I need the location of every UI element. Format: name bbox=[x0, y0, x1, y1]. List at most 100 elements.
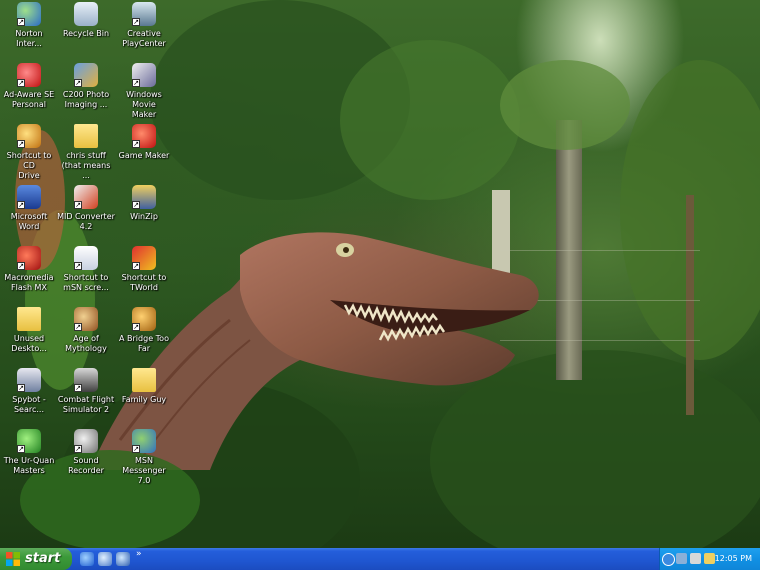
start-button[interactable]: start bbox=[0, 548, 72, 570]
age-of-mythology-icon: ↗ bbox=[74, 307, 98, 331]
game-maker-icon: ↗ bbox=[132, 124, 156, 148]
shortcut-arrow-icon: ↗ bbox=[74, 323, 82, 331]
shortcut-arrow-icon: ↗ bbox=[132, 323, 140, 331]
desktop-icon[interactable]: Recycle Bin bbox=[57, 2, 115, 39]
desktop-icon-label: Spybot - Searc... bbox=[12, 395, 46, 414]
media-player-icon: ↗ bbox=[132, 2, 156, 26]
desktop-icon[interactable]: ↗ Microsoft Word bbox=[0, 185, 58, 232]
folder-icon bbox=[17, 307, 41, 331]
desktop-icon-label: Norton Inter... bbox=[15, 29, 43, 48]
desktop-icon[interactable]: ↗ Creative PlayCenter bbox=[115, 2, 173, 49]
desktop-icon[interactable]: ↗ MID Converter 4.2 bbox=[57, 185, 115, 232]
tworld-icon: ↗ bbox=[132, 246, 156, 270]
shortcut-arrow-icon: ↗ bbox=[74, 201, 82, 209]
desktop-icon-label: Age of Mythology bbox=[65, 334, 107, 353]
desktop-icon-label: Microsoft Word bbox=[10, 212, 48, 231]
document-shortcut-icon: ↗ bbox=[74, 246, 98, 270]
shortcut-arrow-icon: ↗ bbox=[74, 445, 82, 453]
shortcut-arrow-icon: ↗ bbox=[17, 18, 25, 26]
network-tray-icon[interactable] bbox=[676, 553, 687, 564]
desktop-icon[interactable]: ↗ Ad-Aware SE Personal bbox=[0, 63, 58, 110]
shortcut-arrow-icon: ↗ bbox=[132, 79, 140, 87]
desktop-icon[interactable]: ↗ Shortcut to TWorld bbox=[115, 246, 173, 293]
desktop-icon[interactable]: Family Guy bbox=[115, 368, 173, 405]
shortcut-arrow-icon: ↗ bbox=[132, 201, 140, 209]
system-tray: 12:05 PM bbox=[659, 548, 760, 570]
desktop-icon[interactable]: ↗ Sound Recorder bbox=[57, 429, 115, 476]
desktop-icon-label: The Ur-Quan Masters bbox=[3, 456, 55, 475]
desktop-icon[interactable]: Unused Deskto... bbox=[0, 307, 58, 354]
desktop-icon-label: A Bridge Too Far bbox=[119, 334, 169, 353]
shortcut-arrow-icon: ↗ bbox=[132, 18, 140, 26]
desktop-icon[interactable]: ↗ Macromedia Flash MX bbox=[0, 246, 58, 293]
taskbar: start » 12:05 PM bbox=[0, 548, 760, 570]
desktop-icon-label: Shortcut to TWorld bbox=[121, 273, 167, 292]
desktop-icon[interactable]: ↗ A Bridge Too Far bbox=[115, 307, 173, 354]
shortcut-arrow-icon: ↗ bbox=[74, 79, 82, 87]
volume-tray-icon[interactable] bbox=[690, 553, 701, 564]
folder-icon bbox=[132, 368, 156, 392]
recycle-bin-icon bbox=[74, 2, 98, 26]
desktop-icon[interactable]: ↗ Shortcut to mSN scre... bbox=[57, 246, 115, 293]
shortcut-arrow-icon: ↗ bbox=[132, 262, 140, 270]
desktop-icon[interactable]: ↗ C200 Photo Imaging ... bbox=[57, 63, 115, 110]
desktop-icon-label: Ad-Aware SE Personal bbox=[3, 90, 55, 109]
desktop-icon[interactable]: ↗ Age of Mythology bbox=[57, 307, 115, 354]
tray-expand-icon[interactable] bbox=[662, 553, 675, 566]
desktop-icon-label: WinZip bbox=[130, 212, 158, 221]
desktop-icon[interactable]: ↗ The Ur-Quan Masters bbox=[0, 429, 58, 476]
windows-logo-icon bbox=[6, 552, 20, 566]
ad-aware-icon: ↗ bbox=[17, 63, 41, 87]
desktop-icon[interactable]: ↗ Spybot - Searc... bbox=[0, 368, 58, 415]
desktop-icon-label: Creative PlayCenter bbox=[122, 29, 166, 48]
bridge-too-far-icon: ↗ bbox=[132, 307, 156, 331]
shortcut-arrow-icon: ↗ bbox=[17, 79, 25, 87]
media-player-quicklaunch-icon[interactable] bbox=[116, 552, 130, 566]
shortcut-arrow-icon: ↗ bbox=[74, 262, 82, 270]
desktop-icon[interactable]: ↗ Windows Movie Maker bbox=[115, 63, 173, 120]
shortcut-arrow-icon: ↗ bbox=[132, 445, 140, 453]
norton-globe-icon: ↗ bbox=[17, 2, 41, 26]
desktop-icon[interactable]: ↗ Game Maker bbox=[115, 124, 173, 161]
movie-maker-icon: ↗ bbox=[132, 63, 156, 87]
flash-icon: ↗ bbox=[17, 246, 41, 270]
desktop-icon-label: MID Converter 4.2 bbox=[57, 212, 115, 231]
microphone-icon: ↗ bbox=[74, 429, 98, 453]
internet-explorer-quicklaunch-icon[interactable] bbox=[80, 552, 94, 566]
desktop-icon-label: C200 Photo Imaging ... bbox=[62, 90, 110, 109]
desktop-icon[interactable]: ↗ Combat Flight Simulator 2 bbox=[57, 368, 115, 415]
desktop-icon[interactable]: ↗ MSN Messenger 7.0 bbox=[115, 429, 173, 486]
desktop-icon-label: Windows Movie Maker bbox=[126, 90, 162, 119]
taskbar-clock[interactable]: 12:05 PM bbox=[715, 548, 752, 570]
mid-converter-icon: ↗ bbox=[74, 185, 98, 209]
desktop-icon-label: Game Maker bbox=[118, 151, 170, 160]
cd-drive-icon: ↗ bbox=[17, 124, 41, 148]
desktop-icon[interactable]: chris stuff (that means ... bbox=[57, 124, 115, 181]
desktop-icon-label: Macromedia Flash MX bbox=[4, 273, 54, 292]
flight-simulator-icon: ↗ bbox=[74, 368, 98, 392]
desktop-icon-label: chris stuff (that means ... bbox=[61, 151, 111, 180]
photo-imaging-icon: ↗ bbox=[74, 63, 98, 87]
shortcut-arrow-icon: ↗ bbox=[132, 140, 140, 148]
spybot-icon: ↗ bbox=[17, 368, 41, 392]
desktop-icon-label: Shortcut to CD Drive bbox=[6, 151, 52, 180]
shortcut-arrow-icon: ↗ bbox=[17, 140, 25, 148]
shortcut-arrow-icon: ↗ bbox=[17, 384, 25, 392]
desktop-icon-label: MSN Messenger 7.0 bbox=[122, 456, 166, 485]
quick-launch-more-button[interactable]: » bbox=[136, 549, 142, 559]
desktop-icon-label: Recycle Bin bbox=[62, 29, 110, 38]
desktop-icon-label: Combat Flight Simulator 2 bbox=[57, 395, 115, 414]
start-label: start bbox=[25, 551, 61, 566]
shortcut-arrow-icon: ↗ bbox=[17, 445, 25, 453]
desktop-icon[interactable]: ↗ Shortcut to CD Drive bbox=[0, 124, 58, 181]
desktop-icon[interactable]: ↗ Norton Inter... bbox=[0, 2, 58, 49]
desktop-icon-label: Unused Deskto... bbox=[11, 334, 47, 353]
desktop-icon-label: Sound Recorder bbox=[68, 456, 104, 475]
desktop-icon[interactable]: ↗ WinZip bbox=[115, 185, 173, 222]
desktop-wallpaper[interactable]: ↗ Norton Inter... Recycle Bin ↗ Creative Pla… bbox=[0, 0, 760, 548]
desktop-icon-label: Shortcut to mSN scre... bbox=[63, 273, 109, 292]
show-desktop-quicklaunch-icon[interactable] bbox=[98, 552, 112, 566]
desktop-icon-label: Family Guy bbox=[121, 395, 167, 404]
shortcut-arrow-icon: ↗ bbox=[17, 262, 25, 270]
security-tray-icon[interactable] bbox=[704, 553, 715, 564]
